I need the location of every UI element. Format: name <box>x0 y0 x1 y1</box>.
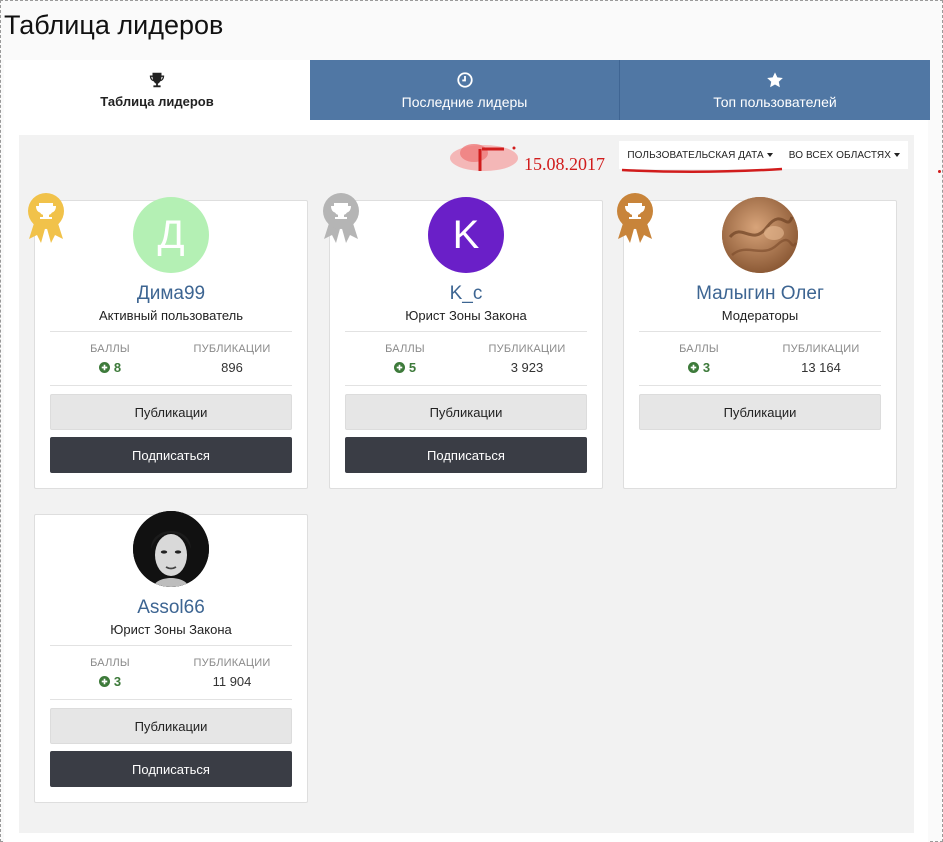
publications-stat: Публикации 3 923 <box>467 343 587 375</box>
publications-label: Публикации <box>193 657 271 669</box>
area-filter-dropdown[interactable]: Во всех областях <box>780 141 908 169</box>
publications-stat: Публикации 896 <box>172 343 292 375</box>
annotation-dot <box>938 170 941 173</box>
publications-value: 11 904 <box>212 674 252 689</box>
tab-recent-leaders-label: Последние лидеры <box>401 93 528 110</box>
avatar[interactable] <box>133 511 209 587</box>
leader-card: Малыгин Олег Модераторы Баллы 3 Публикации 13… <box>617 193 897 489</box>
publications-label: Публикации <box>193 343 271 355</box>
divider <box>50 385 292 386</box>
points-value: 3 <box>639 360 759 375</box>
publications-button[interactable]: Публикации <box>50 708 292 744</box>
points-label: Баллы <box>385 343 425 355</box>
divider <box>50 331 292 332</box>
caret-down-icon <box>894 153 900 157</box>
user-role: Модераторы <box>721 308 799 323</box>
rank-silver-ribbon-icon <box>320 191 362 247</box>
leader-card: K K_c Юрист Зоны Закона Баллы 5 Публикации 3 9… <box>323 193 603 489</box>
publications-label: Публикации <box>782 343 860 355</box>
user-name-link[interactable]: Малыгин Олег <box>624 283 896 305</box>
points-stat: Баллы 8 <box>50 343 170 375</box>
points-stat: Баллы 5 <box>345 343 465 375</box>
avatar[interactable] <box>722 197 798 273</box>
area-filter-label: Во всех областях <box>788 149 891 161</box>
points-value: 8 <box>50 360 170 375</box>
rank-bronze-ribbon-icon <box>614 191 656 247</box>
divider <box>345 331 587 332</box>
caret-down-icon <box>766 153 773 157</box>
date-filter-label: Пользовательская дата <box>627 149 764 161</box>
points-value: 3 <box>50 674 170 689</box>
leader-card: Assol66 Юрист Зоны Закона Баллы 3 Публикации… <box>34 511 308 803</box>
filter-bar: Пользовательская дата Во всех областях <box>619 141 908 169</box>
divider <box>50 645 292 646</box>
date-filter-dropdown[interactable]: Пользовательская дата <box>619 141 781 169</box>
divider <box>639 331 881 332</box>
avatar-letter: K <box>452 212 480 257</box>
publications-label: Публикации <box>488 343 566 355</box>
points-number: 8 <box>113 360 122 375</box>
user-name-link[interactable]: Assol66 <box>35 597 307 619</box>
publications-stat: Публикации 11 904 <box>172 657 292 689</box>
avatar[interactable]: Д <box>133 197 209 273</box>
user-role: Юрист Зоны Закона <box>110 622 232 637</box>
user-role: Юрист Зоны Закона <box>405 308 527 323</box>
points-value: 5 <box>345 360 465 375</box>
tab-recent-leaders[interactable]: Последние лидеры <box>310 60 620 120</box>
tab-leaderboard[interactable]: Таблица лидеров <box>4 60 310 120</box>
points-number: 3 <box>113 674 122 689</box>
plus-circle-icon <box>687 362 699 373</box>
points-label: Баллы <box>90 657 130 669</box>
star-icon <box>767 71 783 87</box>
publications-value: 13 164 <box>801 360 841 375</box>
divider <box>345 385 587 386</box>
follow-button[interactable]: Подписаться <box>50 751 292 787</box>
plus-circle-icon <box>98 676 110 687</box>
publications-button[interactable]: Публикации <box>345 394 587 430</box>
plus-circle-icon <box>393 362 405 373</box>
points-stat: Баллы 3 <box>639 343 759 375</box>
follow-button[interactable]: Подписаться <box>345 437 587 473</box>
trophy-icon <box>149 72 165 88</box>
publications-button[interactable]: Публикации <box>50 394 292 430</box>
divider <box>639 385 881 386</box>
divider <box>50 699 292 700</box>
leader-card: Д Дима99 Активный пользователь Баллы 8 Публик… <box>28 193 308 489</box>
user-role: Активный пользователь <box>98 308 244 323</box>
user-name-link[interactable]: K_c <box>330 283 602 305</box>
points-label: Баллы <box>90 343 130 355</box>
user-name-link[interactable]: Дима99 <box>35 283 307 305</box>
page-title: Таблица лидеров <box>4 10 224 40</box>
points-number: 3 <box>702 360 711 375</box>
tab-top-users[interactable]: Топ пользователей <box>620 60 930 120</box>
annotation-date: 15.08.2017 <box>524 154 605 174</box>
points-number: 5 <box>408 360 417 375</box>
tab-leaderboard-label: Таблица лидеров <box>100 94 214 109</box>
points-stat: Баллы 3 <box>50 657 170 689</box>
plus-circle-icon <box>98 362 110 373</box>
clock-icon <box>456 71 473 88</box>
tab-bar: Таблица лидеров Последние лидеры Топ пол… <box>4 60 930 120</box>
publications-value: 3 923 <box>510 360 544 375</box>
tab-top-users-label: Топ пользователей <box>713 93 837 110</box>
rank-gold-ribbon-icon <box>25 191 67 247</box>
avatar-letter: Д <box>157 212 185 257</box>
avatar[interactable]: K <box>428 197 504 273</box>
points-label: Баллы <box>679 343 719 355</box>
follow-button[interactable]: Подписаться <box>50 437 292 473</box>
publications-value: 896 <box>221 360 243 375</box>
publications-stat: Публикации 13 164 <box>761 343 881 375</box>
publications-button[interactable]: Публикации <box>639 394 881 430</box>
